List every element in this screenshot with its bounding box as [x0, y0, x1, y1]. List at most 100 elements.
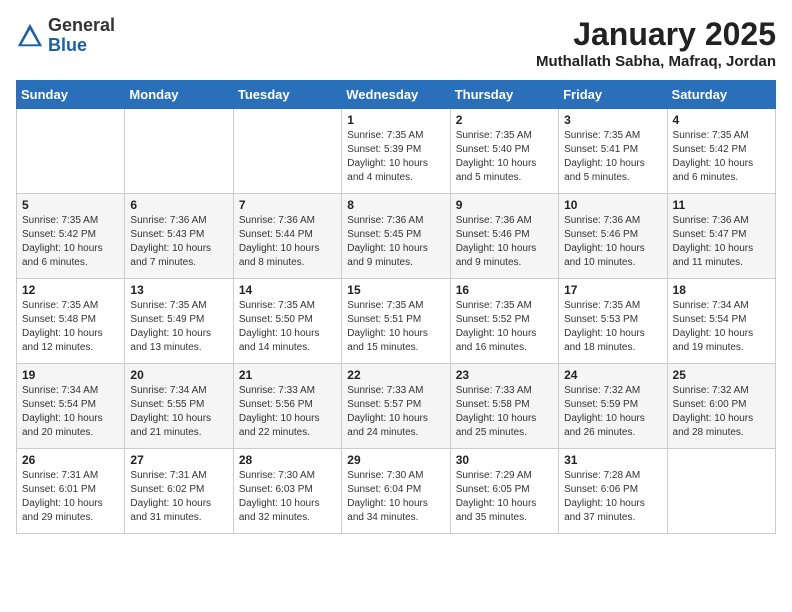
calendar-cell: 11Sunrise: 7:36 AMSunset: 5:47 PMDayligh… [667, 194, 775, 279]
day-info: Sunrise: 7:35 AMSunset: 5:42 PMDaylight:… [673, 129, 770, 185]
day-info: Sunrise: 7:36 AMSunset: 5:46 PMDaylight:… [456, 214, 553, 270]
calendar-cell: 6Sunrise: 7:36 AMSunset: 5:43 PMDaylight… [125, 194, 233, 279]
day-info: Sunrise: 7:35 AMSunset: 5:42 PMDaylight:… [22, 214, 119, 270]
calendar-day-header: Friday [559, 81, 667, 109]
calendar-day-header: Monday [125, 81, 233, 109]
day-info: Sunrise: 7:34 AMSunset: 5:55 PMDaylight:… [130, 384, 227, 440]
day-number: 11 [673, 198, 770, 212]
calendar-cell: 19 Sunrise: 7:34 AMSunset: 5:54 PMDayligh… [17, 364, 125, 449]
calendar-day-header: Thursday [450, 81, 558, 109]
calendar-cell: 28 Sunrise: 7:30 AMSunset: 6:03 PMDayligh… [233, 449, 341, 534]
day-number: 21 [239, 368, 336, 382]
calendar-cell: 8Sunrise: 7:36 AMSunset: 5:45 PMDaylight… [342, 194, 450, 279]
day-info: Sunrise: 7:34 AMSunset: 5:54 PMDaylight:… [673, 299, 770, 355]
day-info: Sunrise: 7:35 AMSunset: 5:39 PMDaylight:… [347, 129, 444, 185]
calendar-cell: 4 Sunrise: 7:35 AMSunset: 5:42 PMDaylight… [667, 109, 775, 194]
calendar-cell: 10 Sunrise: 7:36 AMSunset: 5:46 PMDayligh… [559, 194, 667, 279]
calendar-cell: 7 Sunrise: 7:36 AMSunset: 5:44 PMDaylight… [233, 194, 341, 279]
day-number: 16 [456, 283, 553, 297]
day-info: Sunrise: 7:29 AMSunset: 6:05 PMDaylight:… [456, 469, 553, 525]
day-number: 22 [347, 368, 444, 382]
day-number: 30 [456, 453, 553, 467]
day-number: 2 [456, 113, 553, 127]
calendar-day-header: Tuesday [233, 81, 341, 109]
day-number: 20 [130, 368, 227, 382]
day-info: Sunrise: 7:33 AMSunset: 5:58 PMDaylight:… [456, 384, 553, 440]
day-info: Sunrise: 7:36 AMSunset: 5:44 PMDaylight:… [239, 214, 336, 270]
calendar-week-row: 12Sunrise: 7:35 AMSunset: 5:48 PMDayligh… [17, 279, 776, 364]
calendar-cell: 22 Sunrise: 7:33 AMSunset: 5:57 PMDayligh… [342, 364, 450, 449]
calendar-cell: 21 Sunrise: 7:33 AMSunset: 5:56 PMDayligh… [233, 364, 341, 449]
calendar-cell: 18Sunrise: 7:34 AMSunset: 5:54 PMDayligh… [667, 279, 775, 364]
day-number: 6 [130, 198, 227, 212]
calendar-cell: 24Sunrise: 7:32 AMSunset: 5:59 PMDayligh… [559, 364, 667, 449]
day-number: 14 [239, 283, 336, 297]
day-number: 24 [564, 368, 661, 382]
calendar-table: SundayMondayTuesdayWednesdayThursdayFrid… [16, 80, 776, 534]
calendar-cell: 13Sunrise: 7:35 AMSunset: 5:49 PMDayligh… [125, 279, 233, 364]
day-info: Sunrise: 7:36 AMSunset: 5:46 PMDaylight:… [564, 214, 661, 270]
day-info: Sunrise: 7:35 AMSunset: 5:49 PMDaylight:… [130, 299, 227, 355]
calendar-cell: 16 Sunrise: 7:35 AMSunset: 5:52 PMDayligh… [450, 279, 558, 364]
calendar-week-row: 26 Sunrise: 7:31 AMSunset: 6:01 PMDayligh… [17, 449, 776, 534]
day-info: Sunrise: 7:30 AMSunset: 6:03 PMDaylight:… [239, 469, 336, 525]
day-number: 25 [673, 368, 770, 382]
calendar-day-header: Saturday [667, 81, 775, 109]
day-number: 4 [673, 113, 770, 127]
calendar-cell [667, 449, 775, 534]
day-number: 27 [130, 453, 227, 467]
calendar-cell: 1 Sunrise: 7:35 AMSunset: 5:39 PMDaylight… [342, 109, 450, 194]
day-number: 19 [22, 368, 119, 382]
calendar-header-row: SundayMondayTuesdayWednesdayThursdayFrid… [17, 81, 776, 109]
day-number: 28 [239, 453, 336, 467]
calendar-cell: 27 Sunrise: 7:31 AMSunset: 6:02 PMDayligh… [125, 449, 233, 534]
day-info: Sunrise: 7:33 AMSunset: 5:57 PMDaylight:… [347, 384, 444, 440]
calendar-cell: 2 Sunrise: 7:35 AMSunset: 5:40 PMDaylight… [450, 109, 558, 194]
calendar-cell [17, 109, 125, 194]
calendar-cell [233, 109, 341, 194]
day-info: Sunrise: 7:34 AMSunset: 5:54 PMDaylight:… [22, 384, 119, 440]
day-info: Sunrise: 7:28 AMSunset: 6:06 PMDaylight:… [564, 469, 661, 525]
day-number: 9 [456, 198, 553, 212]
calendar-cell: 20 Sunrise: 7:34 AMSunset: 5:55 PMDayligh… [125, 364, 233, 449]
calendar-subtitle: Muthallath Sabha, Mafraq, Jordan [536, 53, 776, 70]
day-number: 15 [347, 283, 444, 297]
calendar-cell: 12Sunrise: 7:35 AMSunset: 5:48 PMDayligh… [17, 279, 125, 364]
day-number: 10 [564, 198, 661, 212]
day-info: Sunrise: 7:32 AMSunset: 6:00 PMDaylight:… [673, 384, 770, 440]
day-info: Sunrise: 7:35 AMSunset: 5:52 PMDaylight:… [456, 299, 553, 355]
calendar-cell: 25 Sunrise: 7:32 AMSunset: 6:00 PMDayligh… [667, 364, 775, 449]
day-info: Sunrise: 7:35 AMSunset: 5:51 PMDaylight:… [347, 299, 444, 355]
calendar-week-row: 1 Sunrise: 7:35 AMSunset: 5:39 PMDaylight… [17, 109, 776, 194]
day-number: 3 [564, 113, 661, 127]
day-number: 7 [239, 198, 336, 212]
calendar-cell: 14 Sunrise: 7:35 AMSunset: 5:50 PMDayligh… [233, 279, 341, 364]
day-info: Sunrise: 7:35 AMSunset: 5:50 PMDaylight:… [239, 299, 336, 355]
day-info: Sunrise: 7:35 AMSunset: 5:40 PMDaylight:… [456, 129, 553, 185]
day-number: 8 [347, 198, 444, 212]
calendar-cell: 17Sunrise: 7:35 AMSunset: 5:53 PMDayligh… [559, 279, 667, 364]
calendar-cell: 15 Sunrise: 7:35 AMSunset: 5:51 PMDayligh… [342, 279, 450, 364]
day-info: Sunrise: 7:33 AMSunset: 5:56 PMDaylight:… [239, 384, 336, 440]
calendar-day-header: Wednesday [342, 81, 450, 109]
calendar-cell: 3Sunrise: 7:35 AMSunset: 5:41 PMDaylight… [559, 109, 667, 194]
day-info: Sunrise: 7:31 AMSunset: 6:02 PMDaylight:… [130, 469, 227, 525]
calendar-day-header: Sunday [17, 81, 125, 109]
day-info: Sunrise: 7:31 AMSunset: 6:01 PMDaylight:… [22, 469, 119, 525]
logo: General Blue [16, 16, 115, 56]
day-number: 5 [22, 198, 119, 212]
calendar-cell: 5 Sunrise: 7:35 AMSunset: 5:42 PMDaylight… [17, 194, 125, 279]
title-block: January 2025 Muthallath Sabha, Mafraq, J… [536, 16, 776, 70]
day-number: 26 [22, 453, 119, 467]
day-info: Sunrise: 7:30 AMSunset: 6:04 PMDaylight:… [347, 469, 444, 525]
calendar-week-row: 5 Sunrise: 7:35 AMSunset: 5:42 PMDaylight… [17, 194, 776, 279]
day-number: 17 [564, 283, 661, 297]
day-number: 31 [564, 453, 661, 467]
calendar-cell: 31 Sunrise: 7:28 AMSunset: 6:06 PMDayligh… [559, 449, 667, 534]
calendar-cell [125, 109, 233, 194]
calendar-cell: 29Sunrise: 7:30 AMSunset: 6:04 PMDayligh… [342, 449, 450, 534]
day-number: 12 [22, 283, 119, 297]
day-number: 1 [347, 113, 444, 127]
day-number: 23 [456, 368, 553, 382]
calendar-title: January 2025 [536, 16, 776, 53]
